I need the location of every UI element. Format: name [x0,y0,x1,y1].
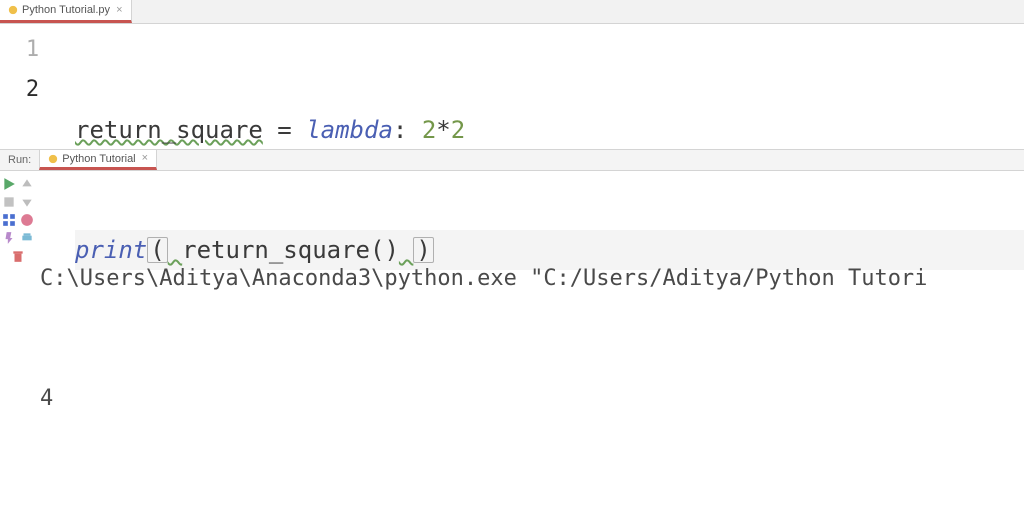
run-toolbar [0,171,36,521]
close-icon[interactable]: × [140,153,148,164]
editor-tab[interactable]: Python Tutorial.py × [0,0,132,23]
code-line: return_square = lambda: 2*2 [75,110,1024,150]
run-panel-header: Run: Python Tutorial × [0,149,1024,171]
stop-icon[interactable] [2,195,16,209]
token-colon: : [393,110,422,150]
pin-icon[interactable] [2,231,16,245]
up-arrow-icon[interactable] [20,177,34,191]
editor-tab-label: Python Tutorial.py [22,4,110,16]
close-icon[interactable]: × [114,5,122,16]
code-content[interactable]: return_square = lambda: 2*2 print( retur… [65,24,1024,149]
run-panel-tab-label: Python Tutorial [62,153,135,165]
record-icon[interactable] [20,213,34,227]
line-number: 1 [0,30,65,70]
line-number: 2 [0,70,65,110]
console-line: 4 [40,379,1020,419]
token-operator: * [436,110,450,150]
console-line: C:\Users\Aditya\Anaconda3\python.exe "C:… [40,259,1020,299]
print-icon[interactable] [20,231,34,245]
rerun-icon[interactable] [2,177,16,191]
python-file-icon [8,5,18,15]
console-output[interactable]: C:\Users\Aditya\Anaconda3\python.exe "C:… [36,171,1024,521]
token-keyword: lambda [306,110,393,150]
line-gutter: 1 2 [0,24,65,149]
editor-area[interactable]: 1 2 return_square = lambda: 2*2 print( r… [0,24,1024,149]
python-run-icon [48,154,58,164]
token-number: 2 [451,110,465,150]
editor-tab-bar: Python Tutorial.py × [0,0,1024,24]
run-panel-title: Run: [0,150,39,170]
token-identifier: return_square [75,110,263,150]
down-arrow-icon[interactable] [20,195,34,209]
token-operator: = [263,110,306,150]
layout-icon[interactable] [2,213,16,227]
run-panel-tab[interactable]: Python Tutorial × [39,150,157,170]
token-number: 2 [422,110,436,150]
trash-icon[interactable] [11,249,25,263]
run-panel-body: C:\Users\Aditya\Anaconda3\python.exe "C:… [0,171,1024,521]
